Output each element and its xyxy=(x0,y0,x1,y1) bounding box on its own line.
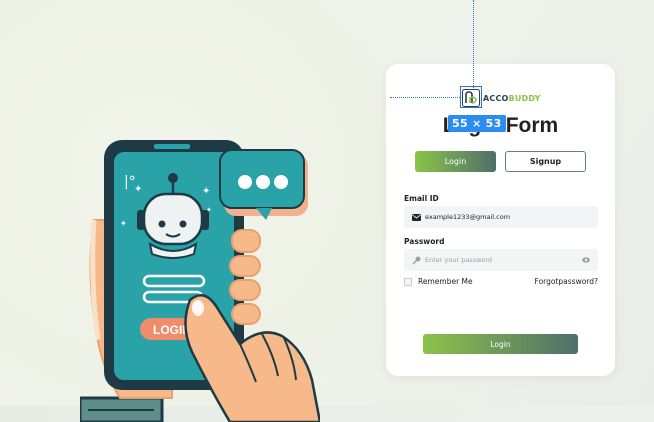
remember-me-checkbox[interactable] xyxy=(404,277,412,286)
size-tooltip: 55 × 53 xyxy=(448,115,506,132)
tab-login[interactable]: Login xyxy=(415,151,496,172)
password-field[interactable] xyxy=(404,249,598,271)
login-submit-button[interactable]: Login xyxy=(423,334,578,354)
svg-text:✦: ✦ xyxy=(202,186,210,197)
password-input[interactable] xyxy=(425,256,575,264)
email-value: example1233@gmail.com xyxy=(425,213,511,221)
measure-guide-horizontal xyxy=(390,97,460,98)
remember-me-label: Remember Me xyxy=(418,277,473,286)
login-card: ACCOBUDDY Login Form Login Signup Email … xyxy=(386,64,615,376)
forgot-password-link[interactable]: Forgotpassword? xyxy=(535,277,598,286)
envelope-icon xyxy=(412,213,421,222)
key-icon xyxy=(412,256,421,265)
svg-text:✦: ✦ xyxy=(134,184,142,195)
eye-icon[interactable] xyxy=(582,256,590,264)
password-label: Password xyxy=(404,237,445,246)
tab-signup[interactable]: Signup xyxy=(505,151,586,172)
email-field[interactable]: example1233@gmail.com xyxy=(404,206,598,228)
measure-guide-vertical xyxy=(473,0,474,88)
svg-text:✦: ✦ xyxy=(120,219,127,228)
selection-box xyxy=(460,86,482,108)
login-illustration: |° ✦ ✦ ✦ ✦ LOGIN xyxy=(80,130,320,422)
email-label: Email ID xyxy=(404,194,439,203)
brand-name: ACCOBUDDY xyxy=(483,93,541,103)
remember-me[interactable]: Remember Me xyxy=(404,277,473,286)
phone-hand-illustration: |° ✦ ✦ ✦ ✦ LOGIN xyxy=(80,140,320,422)
